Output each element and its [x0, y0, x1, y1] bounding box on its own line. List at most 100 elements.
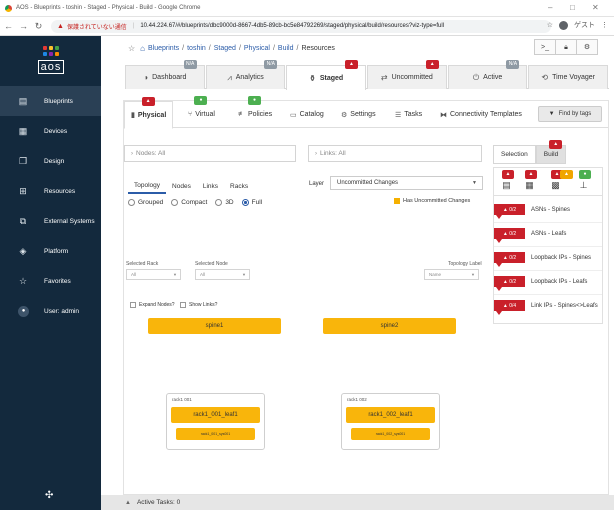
breadcrumb-blueprints[interactable]: Blueprints [148, 45, 179, 52]
tab-label: Time Voyager [552, 74, 596, 81]
sidebar-item-platform[interactable]: ◈ Platform [0, 236, 101, 266]
chevron-down-icon: ▼ [471, 272, 475, 277]
sidebar-item-user[interactable]: ● User: admin [0, 296, 101, 326]
breadcrumb-physical[interactable]: Physical [244, 45, 270, 52]
main-content: ☆ ⌂ Blueprints / toshin / Staged / Physical… [101, 36, 614, 510]
collapse-sidebar-icon[interactable]: ✣ [45, 490, 53, 501]
server-node[interactable]: rack1_002_sys001 [351, 428, 430, 440]
tab-links[interactable]: Links [197, 179, 224, 194]
selected-node-select[interactable]: All ▼ [195, 269, 250, 280]
tab-staged[interactable]: ⚱ Staged ▲ [286, 60, 367, 90]
profile-label[interactable]: ゲスト [574, 20, 595, 30]
tab-policies[interactable]: ≢ Policies ● [232, 96, 278, 128]
breadcrumb-staged[interactable]: Staged [214, 45, 236, 52]
active-tasks-label: Active Tasks: 0 [136, 499, 181, 506]
resources-list-icon[interactable]: ▤ ▲ [501, 170, 514, 190]
sidebar-item-label: Blueprints [44, 97, 73, 105]
dashboard-icon: ◑ [143, 73, 149, 82]
tab-connectivity-templates[interactable]: ⧓ Connectivity Templates [434, 101, 528, 128]
rack-2[interactable]: rack1 002 rack1_002_leaf1 rack1_002_sys0… [341, 393, 440, 450]
find-by-tags-button[interactable]: ▼ Find by tags [538, 106, 602, 122]
tab-uncommitted[interactable]: ⇄ Uncommitted ▲ [367, 60, 447, 89]
back-icon[interactable]: ← [2, 21, 15, 31]
tab-tasks[interactable]: ☰ Tasks [389, 101, 428, 128]
spine-node-2[interactable]: spine2 [323, 318, 456, 334]
tab-time-voyager[interactable]: ⟲ Time Voyager [528, 65, 609, 89]
sidebar-item-external-systems[interactable]: ⧉ External Systems [0, 206, 101, 236]
active-tasks-bar[interactable]: ▲ Active Tasks: 0 [101, 495, 614, 510]
sidebar-item-favorites[interactable]: ☆ Favorites [0, 266, 101, 296]
show-links-checkbox[interactable]: Show Links? [180, 302, 217, 308]
physical-panel: ▮ Physical ▲ ⑂ Virtual ● ≢ Policies ● ▭ … [123, 96, 609, 495]
active-icon: ⏻ [472, 72, 480, 82]
reload-icon[interactable]: ↻ [32, 21, 45, 32]
lock-button[interactable]: 🔒︎ [555, 39, 577, 55]
build-item-asns-leafs[interactable]: ▲ 0/2 ASNs - Leafs [494, 224, 602, 243]
build-item-loopback-leafs[interactable]: ▲ 0/2 Loopback IPs - Leafs [494, 272, 602, 291]
server-node[interactable]: rack1_001_sys001 [176, 428, 255, 440]
tasks-icon: ☰ [395, 111, 402, 119]
radio-label: Compact [181, 199, 208, 206]
layer-select[interactable]: Uncommitted Changes ▼ [330, 176, 483, 190]
nodes-filter-label: Nodes: All [136, 150, 166, 157]
tab-analytics[interactable]: ⩘ Analytics N/A [205, 60, 286, 89]
ok-badge: ● [194, 96, 208, 105]
maximize-icon[interactable]: □ [570, 3, 575, 12]
close-icon[interactable]: ✕ [592, 3, 599, 12]
build-item-link-ips[interactable]: ▲ 0/4 Link IPs - Spines<>Leafs [494, 296, 602, 315]
chevron-down-icon: ▼ [242, 272, 246, 277]
url-input[interactable]: ▲ 保護されていない通信 | 10.44.224.67/#/blueprints… [51, 19, 551, 33]
devices-grid-icon[interactable]: ▩ ▲ [550, 170, 563, 190]
breadcrumb-build[interactable]: Build [278, 45, 294, 52]
ok-badge: ● [248, 96, 262, 105]
topology-tree-icon[interactable]: ⊥ ● [578, 170, 591, 190]
tab-dashboard[interactable]: ◑ Dashboard N/A [125, 60, 205, 89]
rack-1[interactable]: rack1 001 rack1_001_leaf1 rack1_001_sys0… [166, 393, 265, 450]
tab-nodes[interactable]: Nodes [166, 179, 197, 194]
selected-rack-select[interactable]: All ▼ [126, 269, 181, 280]
sidebar-item-devices[interactable]: ▦ Devices [0, 116, 101, 146]
build-button[interactable]: Build ▲ [535, 140, 567, 164]
device-profiles-icon[interactable]: ▦ ▲ [524, 170, 537, 190]
build-item-asns-spines[interactable]: ▲ 0/2 ASNs - Spines [494, 200, 602, 219]
bookmark-star-icon[interactable]: ☆ [547, 21, 553, 29]
tab-physical[interactable]: ▮ Physical ▲ [124, 97, 174, 129]
find-by-tags-label: Find by tags [558, 111, 592, 117]
forward-icon[interactable]: → [17, 21, 30, 31]
uncommitted-icon: ⇄ [380, 73, 388, 82]
leaf-node[interactable]: rack1_002_leaf1 [346, 407, 435, 423]
selection-button[interactable]: Selection [493, 145, 536, 164]
tab-settings[interactable]: ⚙ Settings [335, 101, 382, 128]
favorite-star-icon[interactable]: ☆ [128, 44, 135, 53]
sidebar-item-blueprints[interactable]: ▤ Blueprints [0, 86, 101, 116]
leaf-node[interactable]: rack1_001_leaf1 [171, 407, 260, 423]
tab-catalog[interactable]: ▭ Catalog [284, 101, 330, 128]
nodes-filter[interactable]: › Nodes: All [124, 145, 296, 162]
breadcrumb-toshin[interactable]: toshin [187, 45, 206, 52]
build-item-loopback-spines[interactable]: ▲ 0/2 Loopback IPs - Spines [494, 248, 602, 267]
minimize-icon[interactable]: – [548, 3, 552, 12]
settings-button[interactable]: ⚙ [576, 39, 598, 55]
radio-3d[interactable]: 3D [215, 199, 234, 206]
tab-racks[interactable]: Racks [224, 179, 254, 194]
sidebar-item-design[interactable]: ❐ Design [0, 146, 101, 176]
menu-icon[interactable]: ⋮ [601, 21, 608, 29]
radio-full[interactable]: Full [241, 199, 262, 206]
profile-avatar[interactable] [559, 20, 568, 30]
sidebar-item-resources[interactable]: ⊞ Resources [0, 176, 101, 206]
radio-compact[interactable]: Compact [171, 199, 207, 206]
home-icon[interactable]: ⌂ [140, 44, 145, 53]
expand-nodes-checkbox[interactable]: Expand Nodes? [130, 302, 175, 308]
alert-badge: ▲ [502, 170, 514, 179]
main-tabs: ◑ Dashboard N/A ⩘ Analytics N/A ⚱ Staged… [125, 60, 609, 90]
aos-logo[interactable]: aos [33, 46, 69, 74]
tab-active[interactable]: ⏻ Active N/A [447, 60, 528, 89]
tab-topology[interactable]: Topology [128, 179, 167, 194]
links-filter[interactable]: › Links: All [308, 145, 482, 162]
selected-node-value: All [200, 272, 206, 277]
topology-label-select[interactable]: Name ▼ [424, 269, 479, 280]
radio-grouped[interactable]: Grouped [128, 199, 163, 206]
tab-virtual[interactable]: ⑂ Virtual ● [182, 96, 221, 128]
terminal-button[interactable]: >_ [534, 39, 556, 55]
spine-node-1[interactable]: spine1 [148, 318, 281, 334]
